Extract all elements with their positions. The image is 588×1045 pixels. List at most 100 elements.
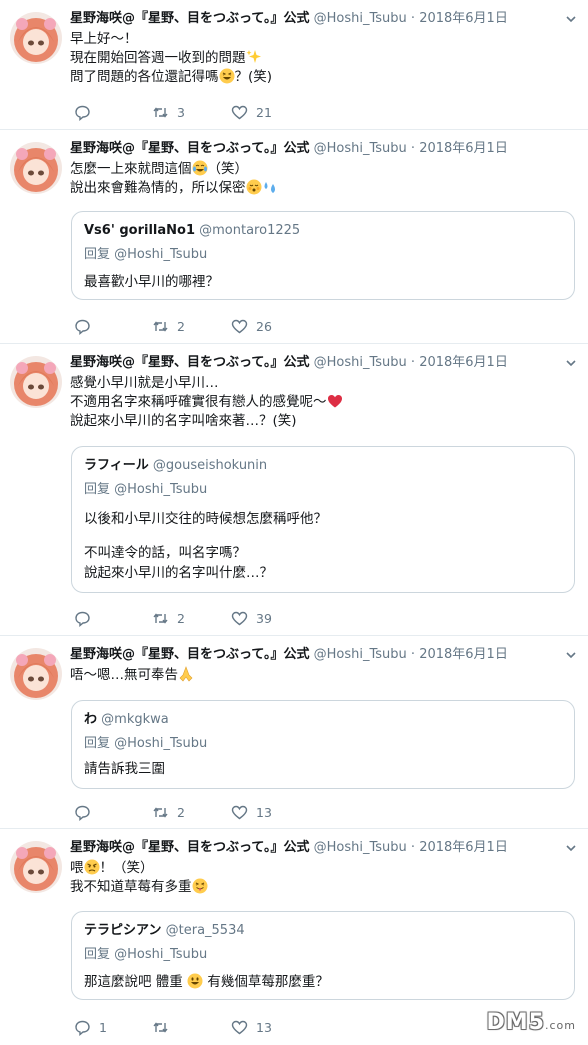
text-line: 早上好～！ bbox=[70, 31, 138, 47]
text-line: 問了問題的各位還記得嗎 ？(笑) bbox=[70, 68, 273, 85]
tweet-header: 星野海咲@『星野、目をつぶって。』公式 @Hoshi_Tsubu · 2018年… bbox=[70, 140, 558, 158]
retweet-icon bbox=[153, 106, 168, 118]
tweet-date[interactable]: 2018年6月1日 bbox=[419, 647, 508, 662]
like-button[interactable]: 39 bbox=[231, 608, 272, 628]
like-icon bbox=[231, 319, 248, 333]
reply-button[interactable] bbox=[74, 102, 99, 122]
reply-button[interactable] bbox=[74, 608, 99, 628]
tweet-header: 星野海咲@『星野、目をつぶって。』公式 @Hoshi_Tsubu · 2018年… bbox=[70, 839, 558, 857]
like-count: 39 bbox=[256, 610, 272, 626]
reply-icon bbox=[75, 105, 90, 121]
text-line: 唔～嗯…無可奉告 bbox=[70, 666, 570, 685]
reply-icon bbox=[75, 805, 90, 821]
reply-context[interactable]: 回复 @Hoshi_Tsubu bbox=[84, 246, 207, 264]
user-handle[interactable]: @Hoshi_Tsubu bbox=[314, 141, 407, 156]
tweet-date[interactable]: 2018年6月1日 bbox=[419, 355, 508, 370]
text-line: 說起來小早川的名字叫啥來著…？(笑) bbox=[70, 413, 297, 429]
quote-header: テラピシアン @tera_5534 bbox=[84, 922, 245, 940]
watermark-logo: DM5.com bbox=[486, 1010, 576, 1035]
tweet-date[interactable]: 2018年6月1日 bbox=[419, 11, 508, 26]
reply-button[interactable] bbox=[74, 316, 99, 336]
display-name[interactable]: 星野海咲@『星野、目をつぶって。』公式 bbox=[70, 840, 309, 855]
quote-display-name[interactable]: Vs6' gorillaNo1 bbox=[84, 223, 195, 238]
like-count: 13 bbox=[256, 1019, 272, 1035]
retweet-button[interactable]: 2 bbox=[152, 316, 185, 336]
display-name[interactable]: 星野海咲@『星野、目をつぶって。』公式 bbox=[70, 11, 309, 26]
caret-down-icon[interactable] bbox=[564, 841, 578, 855]
tweet-1[interactable]: 星野海咲@『星野、目をつぶって。』公式 @Hoshi_Tsubu · 2018年… bbox=[0, 0, 588, 130]
squinting-tongue-icon bbox=[192, 878, 207, 894]
tweet-3[interactable]: 星野海咲@『星野、目をつぶって。』公式 @Hoshi_Tsubu · 2018年… bbox=[0, 344, 588, 636]
caret-down-icon[interactable] bbox=[564, 648, 578, 662]
like-button[interactable]: 13 bbox=[231, 802, 272, 822]
kissing-face-icon bbox=[246, 179, 261, 195]
retweet-icon bbox=[153, 612, 168, 624]
retweet-count: 2 bbox=[177, 318, 185, 334]
separator: · bbox=[410, 840, 416, 855]
folded-hands-icon bbox=[179, 666, 193, 682]
text-line: 現在開始回答週一收到的問題 bbox=[70, 49, 570, 68]
retweet-button[interactable]: 2 bbox=[152, 608, 185, 628]
like-icon bbox=[231, 1020, 248, 1034]
avatar[interactable] bbox=[10, 648, 62, 700]
user-handle[interactable]: @Hoshi_Tsubu bbox=[314, 840, 407, 855]
reply-icon bbox=[75, 611, 90, 627]
display-name[interactable]: 星野海咲@『星野、目をつぶって。』公式 bbox=[70, 355, 309, 370]
separator: · bbox=[410, 11, 416, 26]
tweet-actions: 2 13 bbox=[74, 802, 374, 822]
display-name[interactable]: 星野海咲@『星野、目をつぶって。』公式 bbox=[70, 141, 309, 156]
quoted-tweet[interactable]: Vs6' gorillaNo1 @montaro1225 回复 @Hoshi_T… bbox=[71, 211, 575, 300]
quoted-tweet[interactable]: ラフィール @gouseishokunin 回复 @Hoshi_Tsubu 以後… bbox=[71, 446, 575, 593]
tweet-actions: 3 21 bbox=[74, 102, 374, 122]
quoted-tweet[interactable]: わ @mkgkwa 回复 @Hoshi_Tsubu 請告訴我三圍 bbox=[71, 700, 575, 789]
avatar[interactable] bbox=[10, 142, 62, 194]
reply-context[interactable]: 回复 @Hoshi_Tsubu bbox=[84, 735, 207, 753]
tweet-4[interactable]: 星野海咲@『星野、目をつぶって。』公式 @Hoshi_Tsubu · 2018年… bbox=[0, 636, 588, 829]
quote-header: ラフィール @gouseishokunin bbox=[84, 457, 267, 475]
tweet-actions: 1 13 bbox=[74, 1017, 374, 1037]
like-count: 13 bbox=[256, 804, 272, 820]
like-button[interactable]: 21 bbox=[231, 102, 272, 122]
tweet-date[interactable]: 2018年6月1日 bbox=[419, 141, 508, 156]
retweet-button[interactable]: 3 bbox=[152, 102, 185, 122]
like-button[interactable]: 26 bbox=[231, 316, 272, 336]
reply-button[interactable]: 1 bbox=[74, 1017, 107, 1037]
avatar[interactable] bbox=[10, 356, 62, 408]
like-count: 21 bbox=[256, 104, 272, 120]
quote-display-name[interactable]: テラピシアン bbox=[84, 923, 161, 938]
tweet-text: 感覺小早川就是小早川… 不適用名字來稱呼確實很有戀人的感覺呢～ 說起來小早川的名… bbox=[70, 374, 570, 431]
quote-user-handle[interactable]: @gouseishokunin bbox=[153, 458, 267, 473]
quoted-tweet[interactable]: テラピシアン @tera_5534 回复 @Hoshi_Tsubu 那這麼說吧 … bbox=[71, 911, 575, 1000]
retweet-button[interactable]: 2 bbox=[152, 802, 185, 822]
quote-user-handle[interactable]: @montaro1225 bbox=[199, 223, 300, 238]
quote-display-name[interactable]: ラフィール bbox=[84, 458, 149, 473]
caret-down-icon[interactable] bbox=[564, 356, 578, 370]
tweet-2[interactable]: 星野海咲@『星野、目をつぶって。』公式 @Hoshi_Tsubu · 2018年… bbox=[0, 130, 588, 344]
tears-of-joy-icon bbox=[192, 160, 207, 176]
avatar[interactable] bbox=[10, 12, 62, 64]
retweet-count: 2 bbox=[177, 804, 185, 820]
reply-context[interactable]: 回复 @Hoshi_Tsubu bbox=[84, 946, 207, 964]
tweet-date[interactable]: 2018年6月1日 bbox=[419, 840, 508, 855]
tweet-text: 早上好～！ 現在開始回答週一收到的問題 問了問題的各位還記得嗎 ？(笑) bbox=[70, 30, 570, 87]
retweet-button[interactable] bbox=[152, 1017, 177, 1037]
tweet-text: 喂！（笑） 我不知道草莓有多重 bbox=[70, 859, 570, 897]
tweet-header: 星野海咲@『星野、目をつぶって。』公式 @Hoshi_Tsubu · 2018年… bbox=[70, 354, 558, 372]
user-handle[interactable]: @Hoshi_Tsubu bbox=[314, 355, 407, 370]
display-name[interactable]: 星野海咲@『星野、目をつぶって。』公式 bbox=[70, 647, 309, 662]
reply-context[interactable]: 回复 @Hoshi_Tsubu bbox=[84, 481, 207, 499]
avatar[interactable] bbox=[10, 841, 62, 893]
quote-user-handle[interactable]: @mkgkwa bbox=[101, 712, 169, 727]
quote-text: 那這麼說吧 體重 有幾個草莓那麼重？ bbox=[84, 973, 329, 990]
quote-display-name[interactable]: わ bbox=[84, 712, 97, 727]
reply-button[interactable] bbox=[74, 802, 99, 822]
text-line: 怎麼一上來就問這個 （笑） bbox=[70, 160, 248, 177]
tweet-actions: 2 39 bbox=[74, 608, 374, 628]
sparkles-icon bbox=[246, 50, 261, 63]
user-handle[interactable]: @Hoshi_Tsubu bbox=[314, 11, 407, 26]
grinning-face-icon bbox=[187, 973, 203, 989]
user-handle[interactable]: @Hoshi_Tsubu bbox=[314, 647, 407, 662]
like-button[interactable]: 13 bbox=[231, 1017, 272, 1037]
quote-user-handle[interactable]: @tera_5534 bbox=[166, 923, 245, 938]
caret-down-icon[interactable] bbox=[564, 12, 578, 26]
